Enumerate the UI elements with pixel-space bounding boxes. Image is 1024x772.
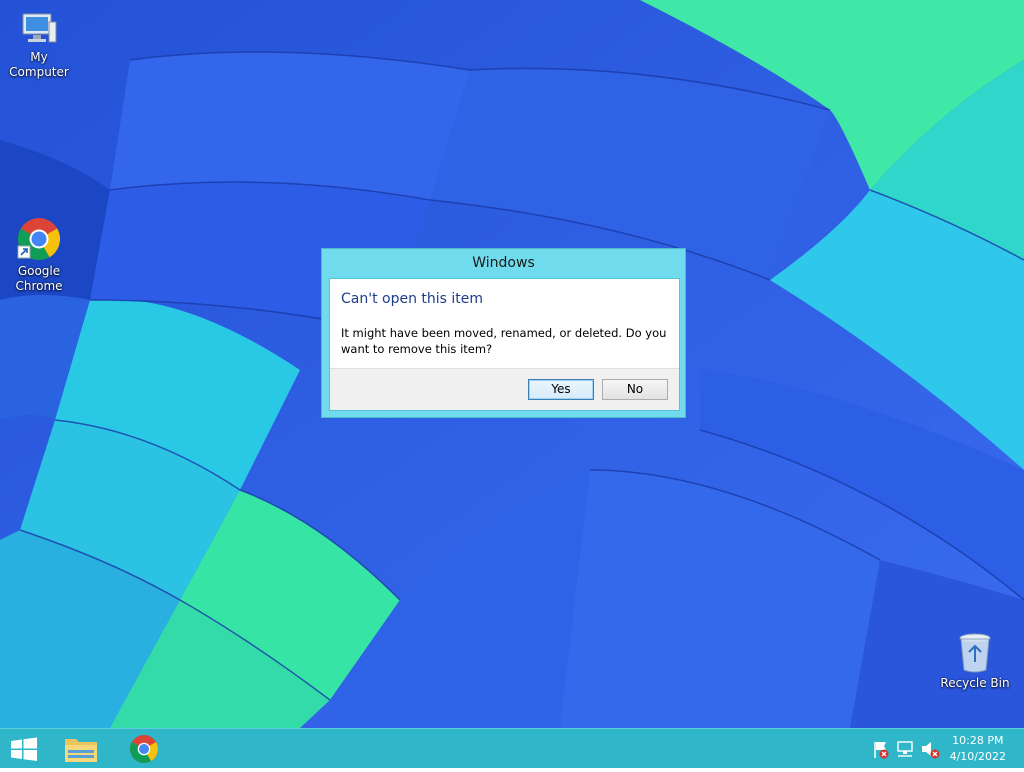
- no-button[interactable]: No: [602, 379, 668, 400]
- clock-time: 10:28 PM: [952, 734, 1004, 747]
- google-chrome-label: Google Chrome: [15, 264, 63, 293]
- recycle-bin-desktop-icon[interactable]: Recycle Bin: [936, 630, 1014, 691]
- taskbar-chrome[interactable]: [120, 729, 168, 769]
- desktop[interactable]: My Computer Google Chrome Recycle Bin Wi…: [0, 0, 1024, 728]
- dialog-client-area: Can't open this item It might have been …: [329, 278, 680, 411]
- volume-muted-icon: [922, 742, 940, 759]
- taskbar-clock[interactable]: 10:28 PM 4/10/2022: [950, 733, 1006, 765]
- computer-icon: [22, 13, 57, 43]
- my-computer-label: My Computer: [9, 50, 69, 79]
- dialog-title[interactable]: Windows: [322, 249, 685, 277]
- start-windows-icon: [11, 737, 37, 761]
- yes-button[interactable]: Yes: [528, 379, 594, 400]
- tray-network[interactable]: [894, 729, 916, 769]
- tray-action-center[interactable]: [870, 729, 892, 769]
- start-button[interactable]: [0, 729, 48, 769]
- clock-date: 4/10/2022: [949, 750, 1006, 763]
- tray-volume[interactable]: [918, 729, 942, 769]
- dialog-heading: Can't open this item: [341, 291, 484, 307]
- chrome-icon: [17, 218, 61, 261]
- chrome-icon: [130, 735, 158, 763]
- network-icon: [897, 741, 913, 757]
- google-chrome-desktop-icon[interactable]: Google Chrome: [0, 216, 78, 294]
- file-explorer-icon: [65, 739, 97, 762]
- my-computer-desktop-icon[interactable]: My Computer: [0, 8, 78, 80]
- taskbar: 10:28 PM 4/10/2022: [0, 728, 1024, 768]
- taskbar-file-explorer[interactable]: [56, 729, 106, 769]
- recycle-bin-label: Recycle Bin: [940, 676, 1010, 690]
- dialog-button-strip: Yes No: [330, 368, 679, 410]
- cant-open-item-dialog[interactable]: Windows Can't open this item It might ha…: [321, 248, 686, 418]
- dialog-message: It might have been moved, renamed, or de…: [341, 326, 667, 356]
- recycle-bin-icon: [959, 633, 991, 673]
- action-center-flag-icon: [874, 742, 889, 759]
